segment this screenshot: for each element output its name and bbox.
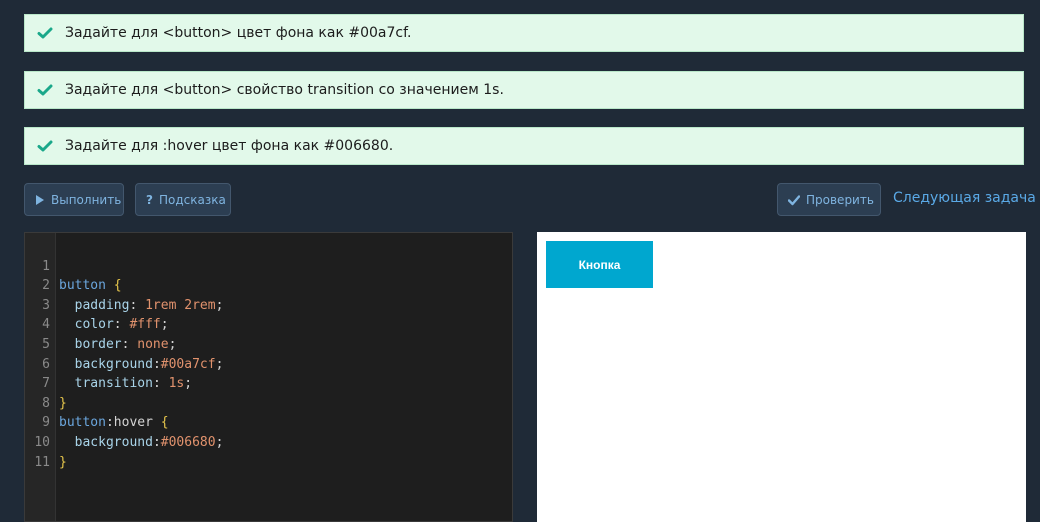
checkmark-icon — [37, 25, 53, 41]
task-item-1: Задайте для <button> цвет фона как #00a7… — [24, 14, 1024, 52]
code-line: 2 padding: 1rem 2rem; — [25, 257, 505, 313]
code-line: 1 button { — [25, 237, 505, 294]
task-item-2: Задайте для <button> свойство transition… — [24, 71, 1024, 109]
check-button[interactable]: Проверить — [777, 183, 881, 216]
task-item-3: Задайте для :hover цвет фона как #006680… — [24, 127, 1024, 165]
code-line: 10 } — [25, 413, 505, 470]
code-line: 11 — [25, 433, 505, 470]
line-number: 11 — [34, 454, 50, 470]
code-line: 4 border: none; — [25, 296, 505, 352]
run-button[interactable]: Выполнить — [24, 183, 124, 216]
next-task-link[interactable]: Следующая задача — [893, 190, 1036, 206]
brace: } — [59, 454, 67, 470]
hint-button-label: Подсказка — [158, 192, 226, 207]
question-icon: ? — [146, 192, 153, 207]
play-icon — [35, 194, 45, 206]
run-button-label: Выполнить — [51, 192, 122, 207]
checkmark-icon — [788, 194, 800, 206]
task-text: Задайте для <button> свойство transition… — [65, 82, 504, 98]
code-line: 7 } — [25, 355, 505, 411]
code-line: 6 transition: 1s; — [25, 335, 505, 392]
task-text: Задайте для :hover цвет фона как #006680… — [65, 138, 394, 154]
code-editor[interactable]: 1 button { 2 padding: 1rem 2rem; 3 color… — [24, 232, 513, 522]
code-line: 8 button:hover { — [25, 374, 505, 431]
check-button-label: Проверить — [806, 192, 874, 207]
hint-button[interactable]: ? Подсказка — [135, 183, 231, 216]
preview-panel: Кнопка — [537, 232, 1026, 522]
checkmark-icon — [37, 138, 53, 154]
checkmark-icon — [37, 82, 53, 98]
code-line: 9 background:#006680; — [25, 394, 505, 450]
preview-button[interactable]: Кнопка — [546, 241, 653, 288]
code-line: 3 color: #fff; — [25, 276, 505, 333]
code-line: 5 background:#00a7cf; — [25, 315, 505, 372]
task-text: Задайте для <button> цвет фона как #00a7… — [65, 25, 412, 41]
